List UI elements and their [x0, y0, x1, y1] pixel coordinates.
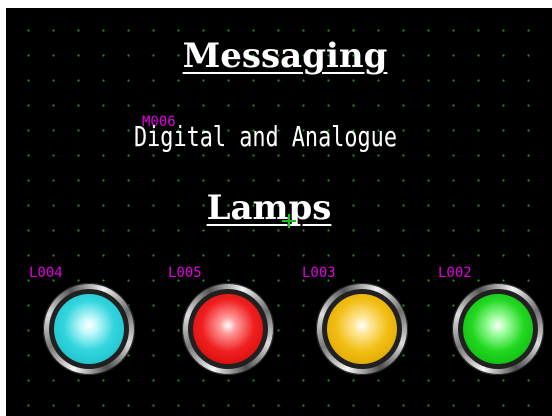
- lamp-tag: L003: [302, 265, 336, 281]
- lamp-light-icon: [54, 294, 124, 364]
- lamp-l002[interactable]: L002: [438, 265, 544, 375]
- crosshair-cursor-icon: [282, 214, 296, 228]
- lamp-l005[interactable]: L005: [168, 265, 274, 375]
- lamp-l003[interactable]: L003: [302, 265, 408, 375]
- hmi-screen: Messaging M006 Digital and Analogue Lamp…: [6, 8, 552, 416]
- lamps-title: Lamps: [206, 188, 332, 228]
- lamp-tag: L005: [168, 265, 202, 281]
- lamp-tag: L002: [438, 265, 472, 281]
- lamp-light-icon: [327, 294, 397, 364]
- lamp-light-icon: [193, 294, 263, 364]
- lamp-tag: L004: [29, 265, 63, 281]
- lamp-light-icon: [463, 294, 533, 364]
- message-display[interactable]: Digital and Analogue: [134, 120, 397, 153]
- lamp-l004[interactable]: L004: [29, 265, 135, 375]
- messaging-title: Messaging: [182, 36, 388, 76]
